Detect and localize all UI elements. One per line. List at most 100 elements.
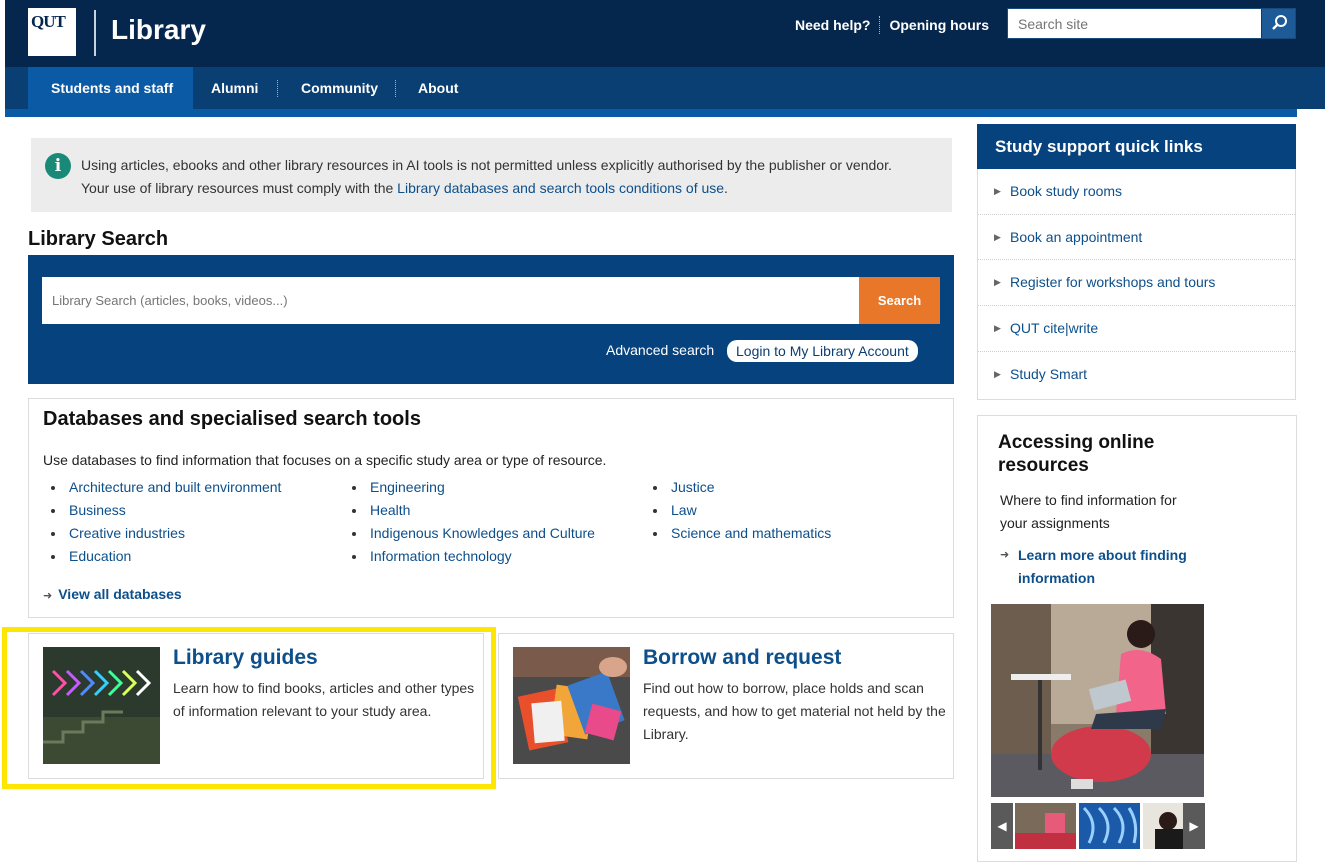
caret-right-icon: ▶	[994, 186, 1001, 196]
utility-separator	[879, 16, 881, 34]
alert-line-2-prefix: Your use of library resources must compl…	[81, 180, 398, 196]
need-help-link[interactable]: Need help?	[795, 17, 870, 33]
alert-text: Using articles, ebooks and other library…	[81, 154, 941, 200]
site-search-button[interactable]	[1261, 9, 1295, 38]
list-item: Information technology	[345, 545, 595, 568]
quick-link-item[interactable]: ▶ QUT cite|write	[978, 306, 1295, 352]
list-item: Science and mathematics	[646, 522, 831, 545]
nav-separator	[395, 80, 396, 97]
photo-thumbnails: ◀ ▶	[991, 803, 1205, 849]
opening-hours-link[interactable]: Opening hours	[889, 17, 989, 33]
borrow-request-title[interactable]: Borrow and request	[643, 646, 841, 670]
alert-line-2-suffix: .	[724, 180, 728, 196]
info-icon: i	[45, 153, 71, 179]
bullet	[653, 486, 657, 490]
tab-about[interactable]: About	[418, 67, 458, 109]
databases-description: Use databases to find information that f…	[43, 452, 607, 468]
tab-community[interactable]: Community	[301, 67, 378, 109]
main-nav: Students and staff Alumni Community Abou…	[5, 67, 1325, 109]
site-search-input[interactable]	[1008, 9, 1260, 38]
list-item: Law	[646, 499, 831, 522]
online-resources-title: Accessing online resources	[998, 432, 1155, 476]
quick-link-book-appointment[interactable]: Book an appointment	[1010, 229, 1142, 245]
library-search-input[interactable]	[42, 277, 859, 324]
bullet	[352, 532, 356, 536]
site-search	[1007, 8, 1296, 39]
quick-link-study-smart[interactable]: Study Smart	[1010, 366, 1087, 382]
alert-line-1: Using articles, ebooks and other library…	[81, 157, 892, 173]
thumbnail[interactable]	[1079, 803, 1140, 849]
quick-link-cite-write[interactable]: QUT cite|write	[1010, 320, 1098, 336]
conditions-of-use-link[interactable]: Library databases and search tools condi…	[397, 180, 724, 196]
quick-link-item[interactable]: ▶ Register for workshops and tours	[978, 260, 1295, 307]
advanced-search-link[interactable]: Advanced search	[606, 342, 714, 358]
learn-more-link[interactable]: Learn more about finding information	[1000, 544, 1200, 590]
list-item: Architecture and built environment	[44, 476, 281, 499]
bullet	[51, 486, 55, 490]
view-all-databases-link[interactable]: View all databases	[58, 586, 181, 602]
list-item: Business	[44, 499, 281, 522]
carousel-next-button[interactable]: ▶	[1183, 803, 1205, 849]
ai-notice-alert: i Using articles, ebooks and other libra…	[31, 138, 952, 212]
carousel-prev-button[interactable]: ◀	[991, 803, 1013, 849]
quick-link-item[interactable]: ▶ Book an appointment	[978, 215, 1295, 261]
database-list-col-1: Architecture and built environment Busin…	[44, 476, 281, 568]
bullet	[352, 555, 356, 559]
database-link[interactable]: Justice	[671, 479, 715, 495]
quick-links-heading: Study support quick links	[977, 124, 1296, 169]
list-item: Justice	[646, 476, 831, 499]
bullet	[51, 555, 55, 559]
bullet	[352, 509, 356, 513]
database-link[interactable]: Indigenous Knowledges and Culture	[370, 525, 595, 541]
arrow-right-icon: ➜	[1000, 549, 1010, 561]
bullet	[51, 532, 55, 536]
view-all-databases[interactable]: ➜ View all databases	[43, 586, 182, 602]
library-search-button[interactable]: Search	[859, 277, 940, 324]
arrow-right-icon: ➜	[43, 590, 53, 602]
databases-section: Databases and specialised search tools U…	[28, 398, 954, 618]
borrow-request-card[interactable]: Borrow and request Find out how to borro…	[498, 633, 954, 779]
bullet	[352, 486, 356, 490]
site-title[interactable]: Library	[111, 14, 206, 46]
qut-logo[interactable]: QUT	[28, 8, 76, 56]
quick-links-list: ▶ Book study rooms ▶ Book an appointment ▶…	[977, 169, 1296, 400]
quick-link-item[interactable]: ▶ Study Smart	[978, 352, 1295, 398]
list-item: Health	[345, 499, 595, 522]
quick-link-item[interactable]: ▶ Book study rooms	[978, 169, 1295, 215]
database-list-col-3: Justice Law Science and mathematics	[646, 476, 831, 545]
thumbnail[interactable]	[1015, 803, 1076, 849]
student-photo	[991, 604, 1204, 797]
database-link[interactable]: Education	[69, 548, 131, 564]
caret-right-icon: ▶	[994, 323, 1001, 334]
tab-alumni[interactable]: Alumni	[211, 67, 258, 109]
database-link[interactable]: Law	[671, 502, 697, 518]
tab-students-and-staff[interactable]: Students and staff	[28, 67, 193, 109]
quick-link-workshops-tours[interactable]: Register for workshops and tours	[1010, 274, 1215, 290]
database-link[interactable]: Science and mathematics	[671, 525, 831, 541]
bullet	[51, 509, 55, 513]
list-item: Engineering	[345, 476, 595, 499]
database-list-col-2: Engineering Health Indigenous Knowledges…	[345, 476, 595, 568]
database-link[interactable]: Architecture and built environment	[69, 479, 281, 495]
quick-link-book-study-rooms[interactable]: Book study rooms	[1010, 183, 1122, 199]
nav-separator	[277, 80, 278, 97]
database-link[interactable]: Health	[370, 502, 410, 518]
databases-title: Databases and specialised search tools	[43, 408, 421, 430]
logo-divider	[94, 10, 96, 56]
utility-links: Need help? Opening hours	[795, 16, 989, 34]
borrow-request-text: Find out how to borrow, place holds and …	[643, 680, 946, 742]
login-library-account-button[interactable]: Login to My Library Account	[727, 340, 918, 362]
list-item: Indigenous Knowledges and Culture	[345, 522, 595, 545]
list-item: Education	[44, 545, 281, 568]
bullet	[653, 532, 657, 536]
list-item: Creative industries	[44, 522, 281, 545]
database-link[interactable]: Information technology	[370, 548, 512, 564]
bullet	[653, 509, 657, 513]
database-link[interactable]: Engineering	[370, 479, 445, 495]
caret-right-icon: ▶	[994, 231, 1001, 242]
database-link[interactable]: Creative industries	[69, 525, 185, 541]
online-resources-description: Where to find information for your assig…	[1000, 492, 1177, 531]
database-link[interactable]: Business	[69, 502, 126, 518]
logo-text: QUT	[31, 12, 66, 31]
learn-more-finding-info[interactable]: ➜ Learn more about finding information	[1000, 544, 1200, 590]
